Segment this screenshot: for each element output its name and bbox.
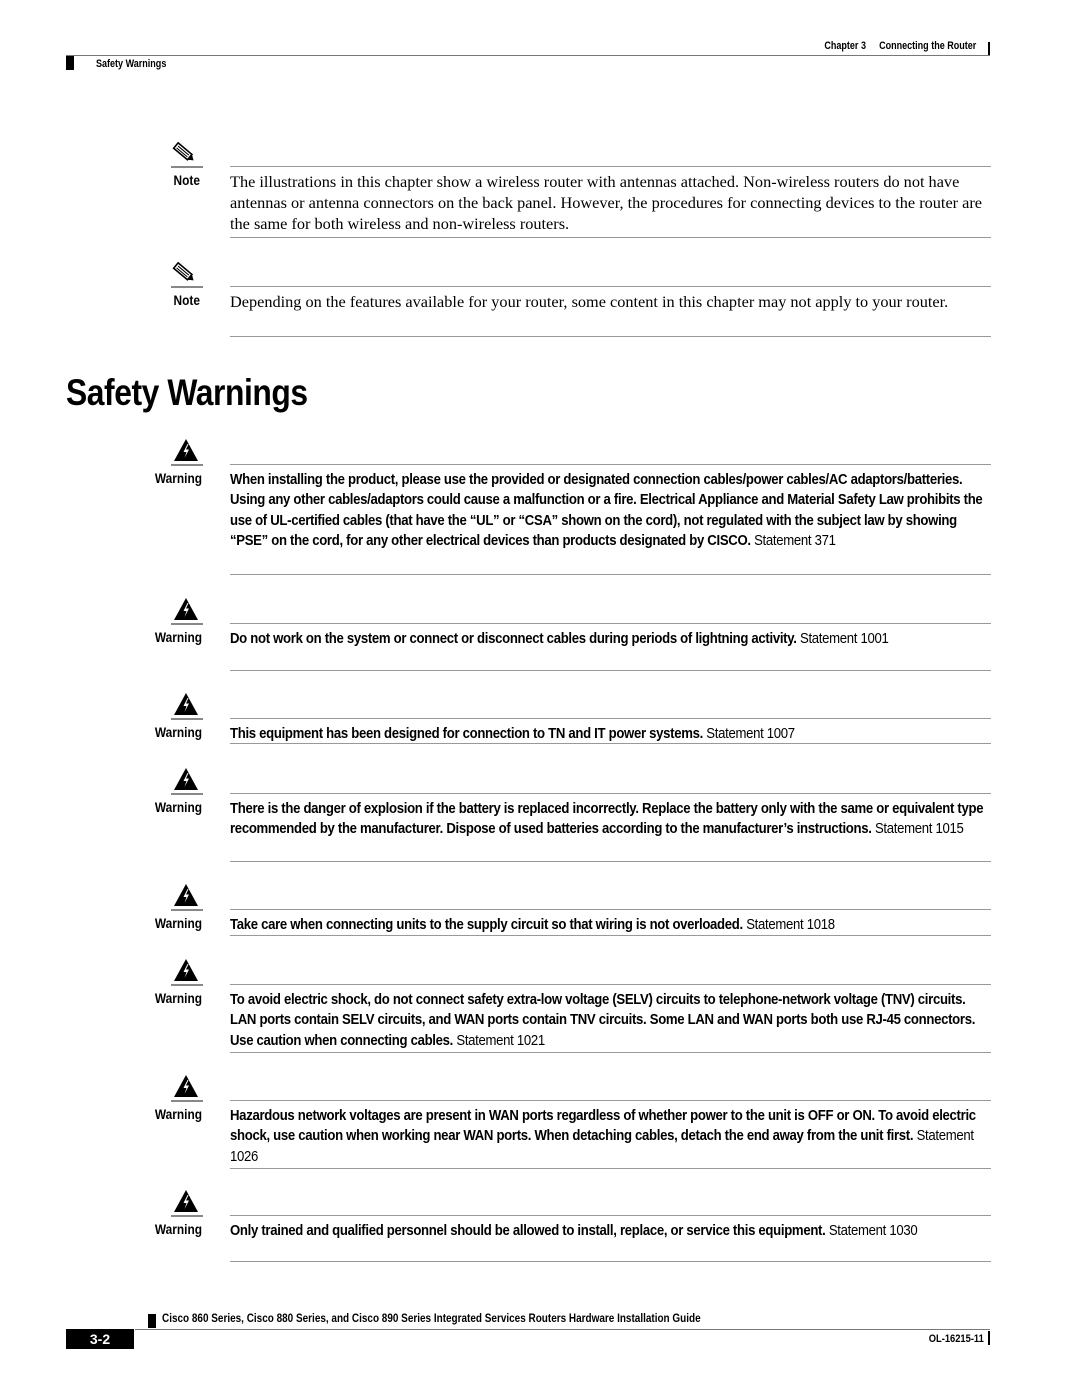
warning-text: Take care when connecting units to the s… xyxy=(230,916,743,933)
statement-number: Statement 1015 xyxy=(874,820,964,838)
running-header-section: Safety Warnings xyxy=(96,58,167,70)
footer-square-marker xyxy=(148,1314,156,1328)
warning-lightning-icon xyxy=(173,958,199,987)
warning-text: There is the danger of explosion if the … xyxy=(230,800,984,838)
warning-top-rule xyxy=(230,909,991,910)
chapter-title: Connecting the Router xyxy=(878,40,976,52)
note-bottom-rule xyxy=(230,336,991,337)
footer-guide-title: Cisco 860 Series, Cisco 880 Series, and … xyxy=(162,1311,701,1325)
warning-top-rule xyxy=(230,1100,991,1101)
warning-label: Warning xyxy=(154,629,202,645)
warning-bottom-rule xyxy=(230,1168,991,1169)
warning-top-rule xyxy=(230,793,991,794)
warning-text-container: This equipment has been designed for con… xyxy=(230,724,991,744)
statement-number: Statement 1001 xyxy=(799,630,889,647)
statement-number: Statement 1018 xyxy=(746,916,835,933)
section-title: Safety Warnings xyxy=(66,372,308,413)
icon-rule xyxy=(171,909,203,911)
warning-top-rule xyxy=(230,1215,991,1216)
note-top-rule xyxy=(230,286,991,287)
note-text: Depending on the features available for … xyxy=(230,292,949,311)
page-number: 3-2 xyxy=(66,1329,134,1349)
pencil-note-icon xyxy=(170,261,198,289)
note-label: Note xyxy=(173,172,200,188)
warning-bottom-rule xyxy=(230,861,991,862)
warning-top-rule xyxy=(230,464,991,465)
warning-label: Warning xyxy=(154,915,202,931)
note-bottom-rule xyxy=(230,237,991,238)
warning-lightning-icon xyxy=(173,438,199,467)
statement-number: Statement 1030 xyxy=(828,1222,918,1239)
warning-text: Hazardous network voltages are present i… xyxy=(230,1107,976,1145)
warning-bottom-rule xyxy=(230,935,991,936)
warning-bottom-rule xyxy=(230,574,991,575)
icon-rule xyxy=(171,984,203,986)
note-label: Note xyxy=(173,292,200,308)
warning-top-rule xyxy=(230,718,991,719)
icon-rule xyxy=(171,286,203,288)
warning-lightning-icon xyxy=(173,1074,199,1103)
warning-label: Warning xyxy=(154,990,202,1006)
warning-label: Warning xyxy=(154,1221,202,1237)
footer-rule xyxy=(135,1329,990,1330)
header-rule xyxy=(66,55,990,56)
warning-lightning-icon xyxy=(173,1189,199,1218)
statement-number: Statement 371 xyxy=(754,531,836,549)
warning-bottom-rule xyxy=(230,743,991,744)
warning-text-container: There is the danger of explosion if the … xyxy=(230,799,991,840)
note-block: Note Depending on the features available… xyxy=(142,261,991,342)
warning-bottom-rule xyxy=(230,1052,991,1053)
warning-lightning-icon xyxy=(173,692,199,721)
statement-number: Statement 1021 xyxy=(456,1031,545,1049)
footer-bar-marker xyxy=(988,1331,990,1345)
warning-text-container: Hazardous network voltages are present i… xyxy=(230,1106,991,1167)
warning-lightning-icon xyxy=(173,883,199,912)
warning-text: Do not work on the system or connect or … xyxy=(230,630,797,647)
warning-label: Warning xyxy=(154,1106,202,1122)
warning-text: Only trained and qualified personnel sho… xyxy=(230,1222,826,1239)
doc-number: OL-16215-11 xyxy=(928,1333,984,1345)
statement-number: Statement 1007 xyxy=(706,725,795,742)
warning-text: To avoid electric shock, do not connect … xyxy=(230,991,976,1049)
icon-rule xyxy=(171,793,203,795)
warning-label: Warning xyxy=(154,799,202,815)
header-square-marker xyxy=(66,56,74,70)
warning-top-rule xyxy=(230,623,991,624)
icon-rule xyxy=(171,1100,203,1102)
warning-text: This equipment has been designed for con… xyxy=(230,725,703,742)
running-header-chapter: Chapter 3 Connecting the Router xyxy=(824,40,976,52)
warning-text-container: When installing the product, please use … xyxy=(230,470,991,551)
note-block: Note The illustrations in this chapter s… xyxy=(142,141,991,242)
pencil-note-icon xyxy=(170,141,198,169)
chapter-label: Chapter 3 xyxy=(824,40,866,52)
warning-label: Warning xyxy=(154,724,202,740)
icon-rule xyxy=(171,166,203,168)
icon-rule xyxy=(171,1215,203,1217)
warning-bottom-rule xyxy=(230,1261,991,1262)
icon-rule xyxy=(171,464,203,466)
warning-text-container: To avoid electric shock, do not connect … xyxy=(230,990,991,1051)
warning-top-rule xyxy=(230,984,991,985)
warning-text-container: Only trained and qualified personnel sho… xyxy=(230,1221,991,1241)
warning-bottom-rule xyxy=(230,670,991,671)
warning-text-container: Do not work on the system or connect or … xyxy=(230,629,991,649)
warning-text-container: Take care when connecting units to the s… xyxy=(230,915,991,935)
warning-lightning-icon xyxy=(173,767,199,796)
note-top-rule xyxy=(230,166,991,167)
warning-text: When installing the product, please use … xyxy=(230,471,983,549)
icon-rule xyxy=(171,623,203,625)
warning-lightning-icon xyxy=(173,597,199,626)
icon-rule xyxy=(171,718,203,720)
header-bar-marker xyxy=(988,42,990,56)
note-text: The illustrations in this chapter show a… xyxy=(230,172,983,233)
warning-label: Warning xyxy=(154,470,202,486)
